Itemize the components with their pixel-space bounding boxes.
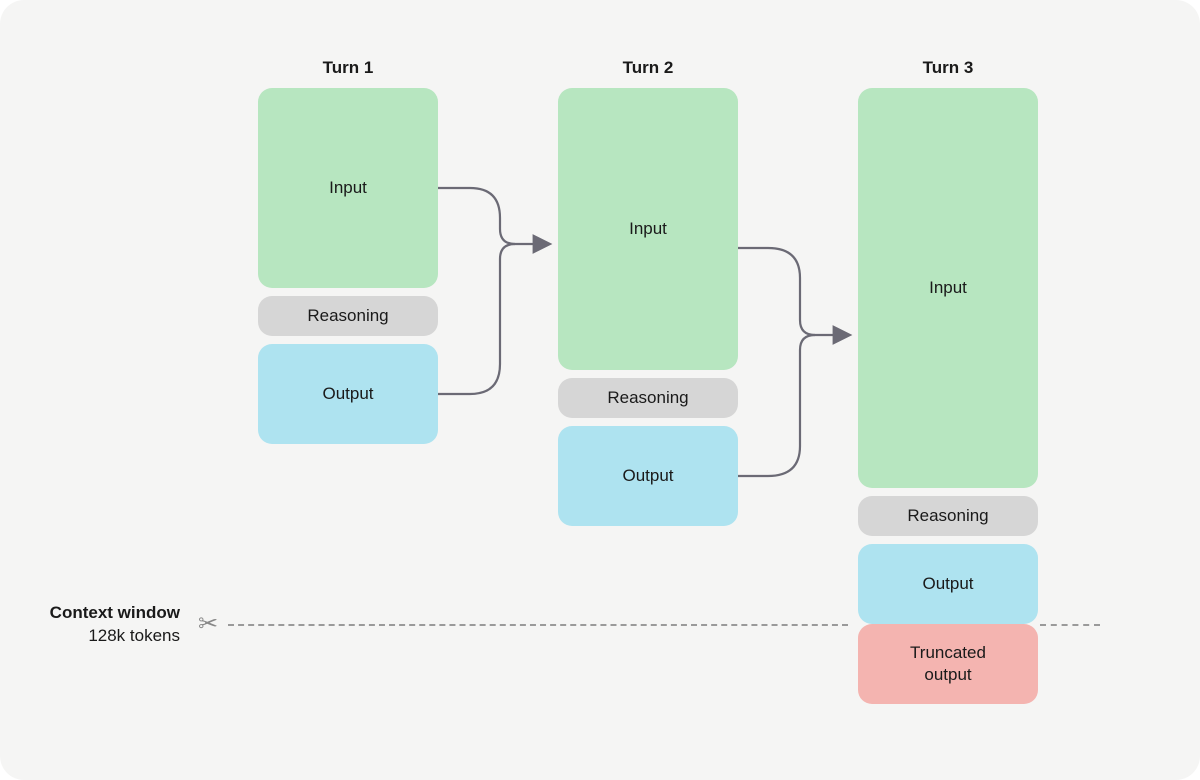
turn2-input-block: Input xyxy=(558,88,738,370)
arrow-turn2-input-to-turn3 xyxy=(738,248,848,335)
context-window-line xyxy=(228,624,848,626)
turn1-header: Turn 1 xyxy=(258,58,438,78)
context-window-subtitle: 128k tokens xyxy=(0,625,180,648)
turn1-output-block: Output xyxy=(258,344,438,444)
turn2-output-block: Output xyxy=(558,426,738,526)
diagram-frame: Turn 1 Turn 2 Turn 3 Input Reasoning Out… xyxy=(0,0,1200,780)
turn3-input-block: Input xyxy=(858,88,1038,488)
turn1-reasoning-block: Reasoning xyxy=(258,296,438,336)
turn3-output-block: Output xyxy=(858,544,1038,624)
context-window-title: Context window xyxy=(0,602,180,625)
arrow-turn2-output-to-turn3 xyxy=(738,335,815,476)
context-window-line-right xyxy=(1040,624,1100,626)
scissors-icon: ✂ xyxy=(198,610,218,639)
turn3-reasoning-block: Reasoning xyxy=(858,496,1038,536)
truncated-label: Truncated output xyxy=(910,642,986,686)
turn1-input-block: Input xyxy=(258,88,438,288)
arrow-turn1-input-to-turn2 xyxy=(438,188,548,244)
turn2-header: Turn 2 xyxy=(558,58,738,78)
turn3-truncated-block: Truncated output xyxy=(858,624,1038,704)
turn3-header: Turn 3 xyxy=(858,58,1038,78)
turn2-reasoning-block: Reasoning xyxy=(558,378,738,418)
context-window-label: Context window 128k tokens xyxy=(0,602,180,648)
arrow-turn1-output-to-turn2 xyxy=(438,244,515,394)
